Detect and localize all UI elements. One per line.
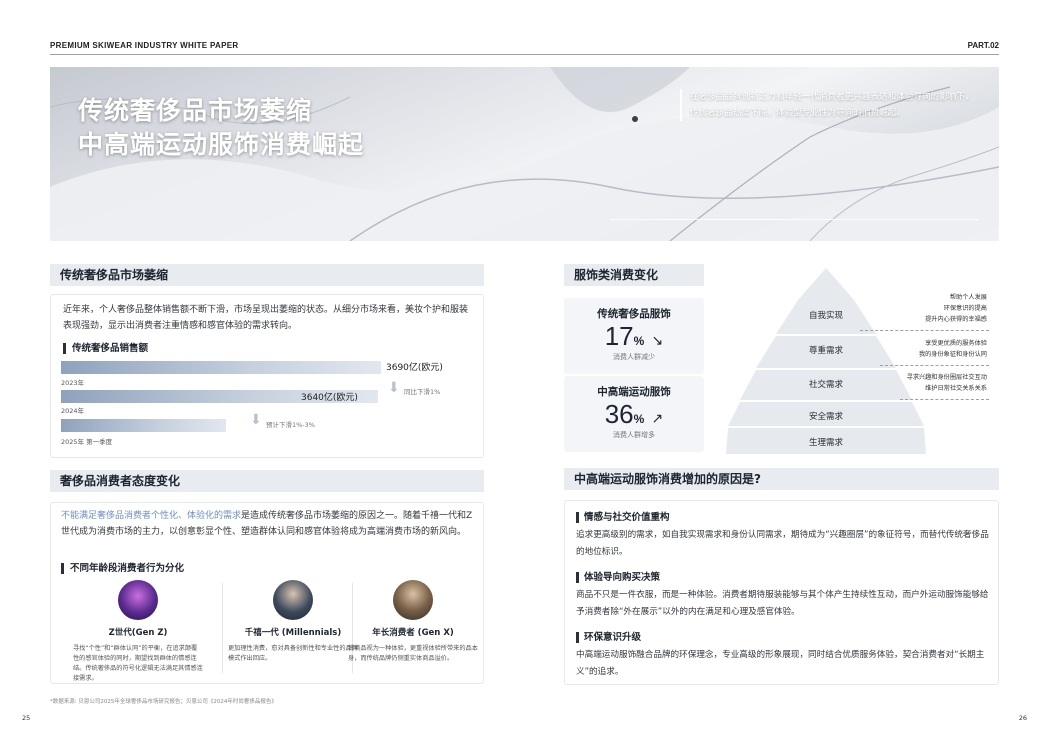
pyramid-label: 生理需求 xyxy=(808,438,843,448)
persona-name: Z世代(Gen Z) xyxy=(108,628,168,638)
stat-unit: % xyxy=(633,412,645,426)
down-arrow-icon: ⬇ xyxy=(250,412,262,428)
persona-desc: 寻找“个性”和“群体认同”的平衡，在追求颠覆性的感官体验的同时，期望找到群体的情… xyxy=(73,645,203,682)
avatar-gen-x xyxy=(393,580,433,620)
persona-name: 年长消费者 (Gen X) xyxy=(372,628,454,638)
pyramid-dash xyxy=(900,399,989,400)
bar-label-2023: 2023年 xyxy=(61,379,85,387)
pyramid-dash xyxy=(880,365,989,366)
section-title-market-shrink: 传统奢侈品市场萎缩 xyxy=(50,264,484,286)
stat-number: 17% ↘ xyxy=(564,321,704,352)
annotation-yoy: 同比下滑1% xyxy=(404,388,441,396)
bar-label-2024: 2024年 xyxy=(61,407,85,415)
trend-down-icon: ↘ xyxy=(651,332,664,348)
bar-2 xyxy=(61,419,226,432)
age-behavior-subtitle: 不同年龄段消费者行为分化 xyxy=(61,563,184,574)
pyramid-label: 自我实现 xyxy=(808,311,843,321)
trend-up-icon: ↗ xyxy=(651,410,664,426)
persona-gen-x: 年长消费者 (Gen X) 将商品视为一种体验，更重视体验所带来的品本身，而传统… xyxy=(348,580,478,664)
reason-title: 体验导向购买决策 xyxy=(576,572,660,583)
stat-caption: 消费人群减少 xyxy=(613,353,655,361)
bar-value-2023: 3690亿(欧元) xyxy=(386,363,443,373)
pyramid-label: 社交需求 xyxy=(808,380,843,390)
persona-gen-z: Z世代(Gen Z) 寻找“个性”和“群体认同”的平衡，在追求颠覆性的感官体验的… xyxy=(73,580,203,684)
note-line: 环保意识的提高 xyxy=(943,305,987,312)
stat-sportswear: 中高端运动服饰 36% ↗ 消费人群增多 xyxy=(564,376,704,452)
reason-title: 情感与社交价值重构 xyxy=(576,512,670,523)
reason-text: 追求更高级别的需求，如自我实现需求和身份认同需求，期待成为“兴趣圈层”的象征符号… xyxy=(576,530,989,557)
down-arrow-icon: ⬇ xyxy=(388,380,400,396)
stat-value: 36 xyxy=(604,399,634,429)
bar-label-2025q1: 2025年 第一季度 xyxy=(61,438,113,446)
attitude-highlight: 不能满足奢侈品消费者个性化、体验化的需求 xyxy=(61,511,242,521)
hero-title-line2: 中高端运动服饰消费崛起 xyxy=(78,130,365,159)
reason-title: 环保意识升级 xyxy=(576,632,641,643)
bar-value-2024: 3640亿(欧元) xyxy=(301,393,358,403)
stat-value: 17 xyxy=(604,321,634,351)
persona-divider xyxy=(222,583,223,673)
stat-unit: % xyxy=(633,334,645,348)
note-line: 提升内心获得的幸福感 xyxy=(925,316,987,323)
page-number-right: 26 xyxy=(1018,714,1027,722)
market-shrink-card: 近年来，个人奢侈品整体销售额不断下滑，市场呈现出萎缩的状态。从细分市场来看，美妆… xyxy=(50,294,484,458)
stat-head: 中高端运动服饰 xyxy=(597,386,671,398)
footnote: *数据来源: 贝恩公司2025年全球奢侈品市场研究报告；贝恩公司《2024年时尚… xyxy=(50,699,277,705)
hero-banner: 传统奢侈品市场萎缩 中高端运动服饰消费崛起 在奢侈品品牌创新乏力和年轻一代消费者… xyxy=(50,67,999,241)
persona-millennials: 千禧一代 (Millennials) 更加理性消费，愈对具备创新性和专业性的品牌… xyxy=(228,580,358,664)
maslow-pyramid xyxy=(726,268,926,454)
sales-chart-subtitle: 传统奢侈品销售额 xyxy=(63,343,148,354)
section-title-attitude-change: 奢侈品消费者态度变化 xyxy=(50,470,484,492)
reason-text: 商品不只是一件衣服，而是一种体验。消费者期待服装能够与其个体产生持续性互动，而户… xyxy=(576,590,989,617)
page-number-left: 25 xyxy=(22,714,31,722)
header-left-title: PREMIUM SKIWEAR INDUSTRY WHITE PAPER xyxy=(50,41,239,50)
avatar-millennials xyxy=(273,580,313,620)
market-shrink-paragraph: 近年来，个人奢侈品整体销售额不断下滑，市场呈现出萎缩的状态。从细分市场来看，美妆… xyxy=(63,305,469,331)
hero-description: 在奢侈品品牌创新乏力和年轻一代消费者更兴趣表达和体验导向的影响下，传统奢侈品热度… xyxy=(680,89,980,121)
persona-name: 千禧一代 (Millennials) xyxy=(244,628,342,638)
section-title-apparel-change: 服饰类消费变化 xyxy=(564,264,704,286)
header-part-label: PART.02 xyxy=(967,41,999,50)
note-line: 帮助个人发展 xyxy=(949,294,987,301)
stat-caption: 消费人群增多 xyxy=(613,431,655,439)
note-line: 维护日常社交关系关系 xyxy=(925,385,987,392)
hero-title-line1: 传统奢侈品市场萎缩 xyxy=(78,96,313,125)
stat-number: 36% ↗ xyxy=(564,399,704,430)
annotation-forecast: 预计下滑1%-3% xyxy=(266,421,315,429)
bar-0 xyxy=(61,361,381,374)
stat-traditional-luxury: 传统奢侈品服饰 17% ↘ 消费人群减少 xyxy=(564,298,704,374)
pyramid-note-self: 帮助个人发展 环保意识的提高 提升内心获得的幸福感 xyxy=(925,292,987,325)
pyramid-label: 安全需求 xyxy=(808,412,843,422)
section-title-reasons: 中高端运动服饰消费增加的原因是? xyxy=(564,468,999,490)
attitude-paragraph: 不能满足奢侈品消费者个性化、体验化的需求是造成传统奢侈品市场萎缩的原因之一。随着… xyxy=(61,509,473,540)
avatar-gen-z xyxy=(118,580,158,620)
hero-divider xyxy=(610,219,979,220)
pyramid-apex xyxy=(798,268,854,300)
stat-head: 传统奢侈品服饰 xyxy=(597,308,671,320)
pyramid-note-esteem: 享受更优质的服务体验 我的身份象征和身份认同 xyxy=(919,338,987,360)
reason-text: 中高端运动服饰融合品牌的环保理念，专业高级的形象展现，同时结合优质服务体验，契合… xyxy=(576,650,985,677)
pyramid-label: 尊重需求 xyxy=(808,346,843,356)
persona-desc: 更加理性消费，愈对具备创新性和专业性的品牌模式作出回应。 xyxy=(228,645,358,662)
pyramid-dash xyxy=(860,330,989,331)
note-line: 我的身份象征和身份认同 xyxy=(918,351,987,358)
note-line: 享受更优质的服务体验 xyxy=(925,340,987,347)
persona-desc: 将商品视为一种体验，更重视体验所带来的品本身，而传统品牌仍侧重实体商品溢价。 xyxy=(348,645,478,662)
pyramid-note-social: 寻求兴趣和身份圈层社交互动 维护日常社交关系关系 xyxy=(907,372,987,394)
header-divider xyxy=(50,54,999,55)
note-line: 寻求兴趣和身份圈层社交互动 xyxy=(906,374,987,381)
